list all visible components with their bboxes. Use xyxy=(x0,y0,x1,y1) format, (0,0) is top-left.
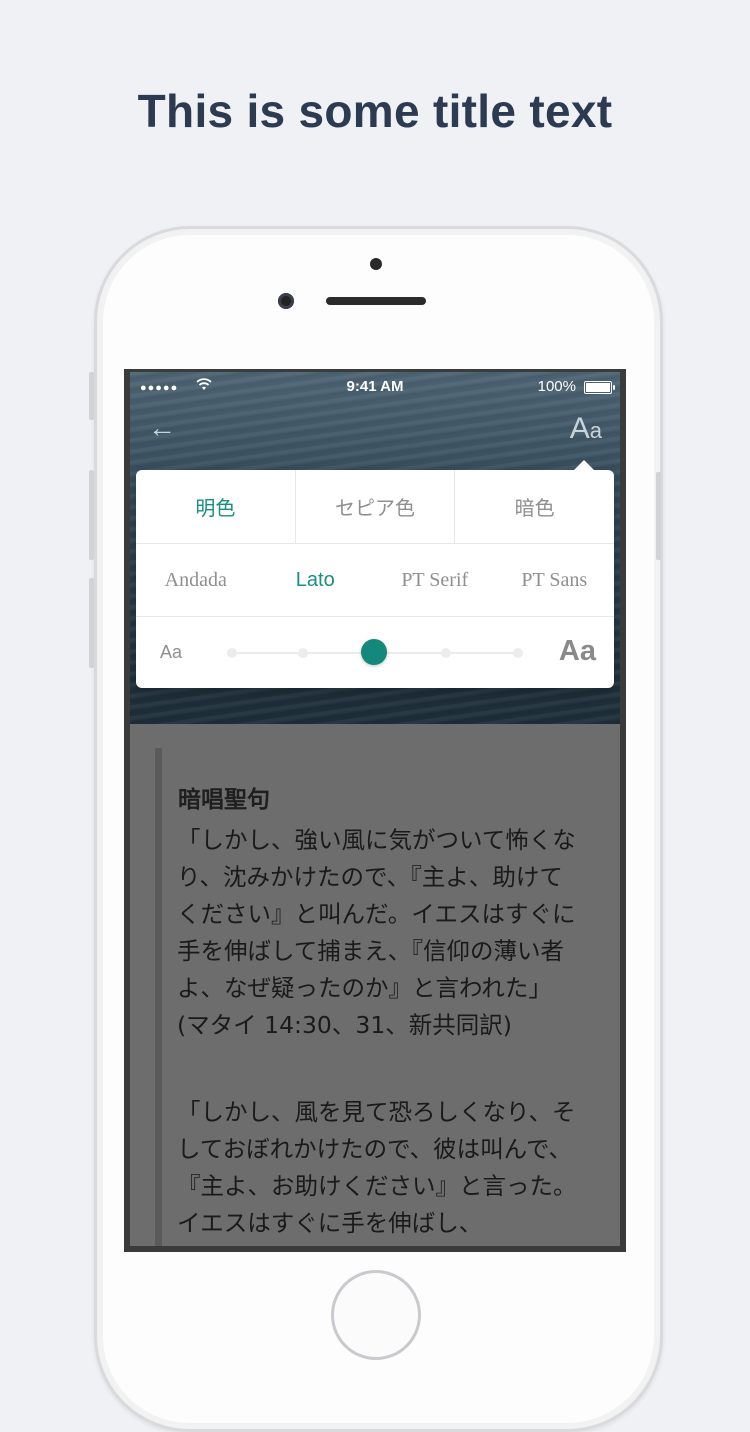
mute-switch xyxy=(89,372,94,420)
theme-selector: 明色 セピア色 暗色 xyxy=(136,470,614,544)
font-size-slider: Aa Aa xyxy=(136,617,614,688)
volume-down-button xyxy=(89,578,94,668)
blockquote-bar xyxy=(155,748,162,1246)
app-view: ●●●●● 9:41 AM 100% ← Aa 暗唱聖句 「しかし、強い風に気が… xyxy=(130,372,620,1246)
font-size-step[interactable] xyxy=(227,648,237,658)
font-size-large-label[interactable]: Aa xyxy=(559,635,596,668)
status-bar: ●●●●● 9:41 AM 100% xyxy=(130,372,620,402)
phone-screen: ●●●●● 9:41 AM 100% ← Aa 暗唱聖句 「しかし、強い風に気が… xyxy=(124,369,626,1252)
page-title: This is some title text xyxy=(137,85,613,137)
font-option-lato[interactable]: Lato xyxy=(256,544,376,616)
front-camera-icon xyxy=(278,293,294,309)
font-size-small-label[interactable]: Aa xyxy=(160,642,182,663)
font-settings-large-a: A xyxy=(569,412,590,445)
font-size-step[interactable] xyxy=(298,648,308,658)
volume-up-button xyxy=(89,470,94,560)
earpiece-speaker xyxy=(326,297,426,305)
font-option-pt-serif[interactable]: PT Serif xyxy=(375,544,495,616)
theme-option-sepia[interactable]: セピア色 xyxy=(296,470,456,543)
font-option-andada[interactable]: Andada xyxy=(136,544,256,616)
font-settings-small-a: a xyxy=(589,418,602,443)
font-option-pt-sans[interactable]: PT Sans xyxy=(495,544,615,616)
reading-settings-popover: 明色 セピア色 暗色 Andada Lato PT Serif PT Sans … xyxy=(136,460,614,688)
theme-option-light[interactable]: 明色 xyxy=(136,470,296,543)
back-arrow-icon[interactable]: ← xyxy=(148,412,176,444)
verse-paragraph: 「しかし、強い風に気がついて怖くなり、沈みかけたので、『主よ、助けてください』と… xyxy=(177,826,576,1039)
font-size-slider-knob[interactable] xyxy=(361,639,387,665)
power-button xyxy=(656,472,661,560)
font-size-step[interactable] xyxy=(513,648,523,658)
reading-content: 暗唱聖句 「しかし、強い風に気がついて怖くなり、沈みかけたので、『主よ、助けてく… xyxy=(130,724,620,1246)
memory-verse-title: 暗唱聖句 xyxy=(178,786,270,812)
home-button[interactable] xyxy=(331,1270,421,1360)
font-size-step[interactable] xyxy=(441,648,451,658)
battery-percentage: 100% xyxy=(537,378,576,395)
proximity-sensor xyxy=(370,258,382,270)
font-selector: Andada Lato PT Serif PT Sans xyxy=(136,544,614,617)
theme-option-dark[interactable]: 暗色 xyxy=(455,470,614,543)
battery-icon xyxy=(584,381,615,394)
verse-paragraph: 「しかし、風を見て恐ろしくなり、そしておぼれかけたので、彼は叫んで、『主よ、お助… xyxy=(177,1098,577,1237)
font-settings-icon[interactable]: Aa xyxy=(570,412,602,446)
